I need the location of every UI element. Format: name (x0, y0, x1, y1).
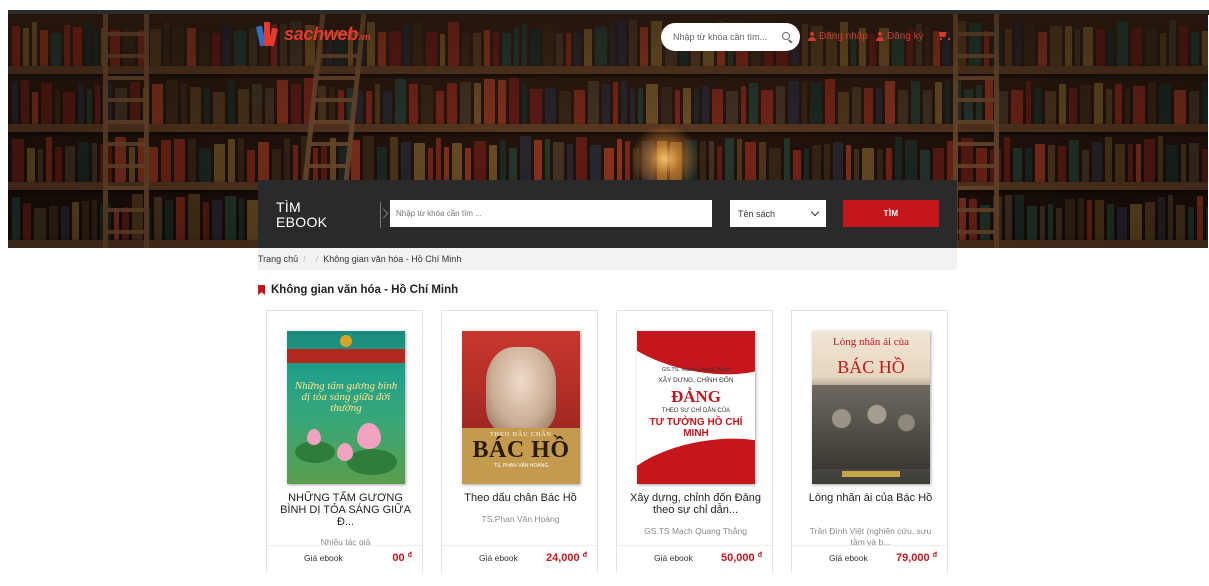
search-icon[interactable] (782, 32, 792, 42)
product-title[interactable]: NHỮNG TẤM GƯƠNG BÌNH DỊ TỎA SÁNG GIỮA Đ.… (277, 492, 414, 528)
price-value: 00 đ (392, 552, 412, 564)
cover-line: XÂY DỰNG, CHỈNH ĐỐN (658, 377, 734, 384)
lotus-flower (307, 429, 321, 445)
price-label: Giá ebook (479, 553, 518, 563)
header-search-input[interactable] (673, 32, 773, 42)
breadcrumb-separator: / (315, 254, 319, 264)
product-card[interactable]: Lòng nhân ái của BÁC HỒ Lòng nhân ái của… (791, 310, 948, 573)
book-cover[interactable]: Những tấm gương bình dị tỏa sáng giữa đờ… (287, 331, 405, 484)
header-search (661, 23, 800, 51)
price-row: Giá ebook 79,000 đ (792, 545, 947, 573)
price-value: 79,000 đ (896, 552, 937, 564)
search-field-select[interactable]: Tên sách (730, 200, 826, 227)
cover-band (287, 349, 405, 363)
book-cover[interactable]: GS.TS. Mạch Quang Thắng XÂY DỰNG, CHỈNH … (637, 331, 755, 484)
login-link[interactable]: Đăng nhập (808, 31, 868, 42)
product-title[interactable]: Theo dấu chân Bác Hồ (452, 492, 589, 504)
header-links: Đăng nhập Đăng ký (808, 31, 950, 42)
chevron-down-icon (810, 207, 820, 217)
site-logo[interactable]: sachweb.vn (255, 22, 371, 47)
product-card[interactable]: GS.TS. Mạch Quang Thắng XÂY DỰNG, CHỈNH … (616, 310, 773, 573)
register-link[interactable]: Đăng ký (875, 31, 924, 42)
breadcrumb-separator: / (303, 254, 306, 264)
lotus-flower (357, 423, 381, 449)
product-title[interactable]: Xây dựng, chỉnh đốn Đảng theo sự chỉ dẫn… (627, 492, 764, 516)
ebook-search-panel: TÌM EBOOK Tên sách TÌM (258, 180, 957, 248)
breadcrumb-current: Không gian văn hóa - Hồ Chí Minh (323, 254, 462, 264)
price-row: Giá ebook 50,000 đ (617, 545, 772, 573)
lotus-flower (337, 443, 353, 461)
cover-author: TS. PHAN VĂN HOÀNG (493, 463, 549, 469)
breadcrumb: Trang chủ / / Không gian văn hóa - Hồ Ch… (258, 248, 957, 270)
user-icon (808, 32, 816, 41)
cover-title: Những tấm gương bình dị tỏa sáng giữa đờ… (294, 380, 398, 414)
price-value: 24,000 đ (546, 552, 587, 564)
page: sachweb.vn Đăng nhập Đăng ký TÌM EBOOK T… (0, 0, 1209, 586)
product-author: GS.TS Mạch Quang Thắng (644, 526, 747, 536)
book-cover[interactable]: THEO DẤU CHÂN BÁC HỒ TS. PHAN VĂN HOÀNG (462, 331, 580, 484)
cover-line: THEO SỰ CHỈ DẪN CỦA (661, 408, 731, 414)
product-card[interactable]: Những tấm gương bình dị tỏa sáng giữa đờ… (266, 310, 423, 573)
product-author: TS.Phan Văn Hoàng (481, 514, 560, 524)
ebook-search-button[interactable]: TÌM (843, 200, 939, 227)
lotus-leaf (347, 449, 397, 475)
logo-text: sachweb.vn (284, 23, 371, 44)
cart-icon[interactable] (938, 31, 950, 40)
price-row: Giá ebook 24,000 đ (442, 545, 597, 573)
user-icon (875, 32, 884, 41)
price-row: Giá ebook 00 đ (267, 545, 422, 573)
cover-title: BÁC HỒ (837, 357, 905, 377)
bookmark-icon (258, 285, 265, 295)
price-label: Giá ebook (829, 553, 868, 563)
book-cover[interactable]: Lòng nhân ái của BÁC HỒ (812, 331, 930, 484)
emblem-icon (340, 335, 352, 347)
cover-photo (812, 385, 930, 469)
login-label: Đăng nhập (819, 31, 868, 42)
register-label: Đăng ký (886, 31, 924, 42)
section-heading: Không gian văn hóa - Hồ Chí Minh (258, 284, 458, 296)
price-label: Giá ebook (654, 553, 693, 563)
search-field-value: Tên sách (738, 208, 776, 219)
cover-subtitle: TƯ TƯỞNG HỒ CHÍ MINH (649, 417, 743, 439)
price-value: 50,000 đ (721, 552, 762, 564)
cover-footer-band (842, 471, 900, 477)
product-title[interactable]: Lòng nhân ái của Bác Hồ (802, 492, 939, 504)
portrait (486, 347, 556, 433)
logo-books-icon (255, 22, 282, 47)
cover-title-top: Lòng nhân ái của (832, 336, 910, 348)
ebook-search-input[interactable] (390, 200, 712, 227)
price-label: Giá ebook (304, 553, 343, 563)
ebook-search-title: TÌM EBOOK (276, 199, 328, 230)
cover-title: BÁC HỒ (472, 437, 570, 463)
breadcrumb-home[interactable]: Trang chủ (258, 254, 298, 264)
cover-title: ĐẢNG (670, 387, 722, 406)
section-title: Không gian văn hóa - Hồ Chí Minh (271, 284, 459, 296)
cover-author: GS.TS. Mạch Quang Thắng (661, 367, 731, 373)
product-card[interactable]: THEO DẤU CHÂN BÁC HỒ TS. PHAN VĂN HOÀNG … (441, 310, 598, 573)
chevron-right-icon (380, 202, 390, 228)
